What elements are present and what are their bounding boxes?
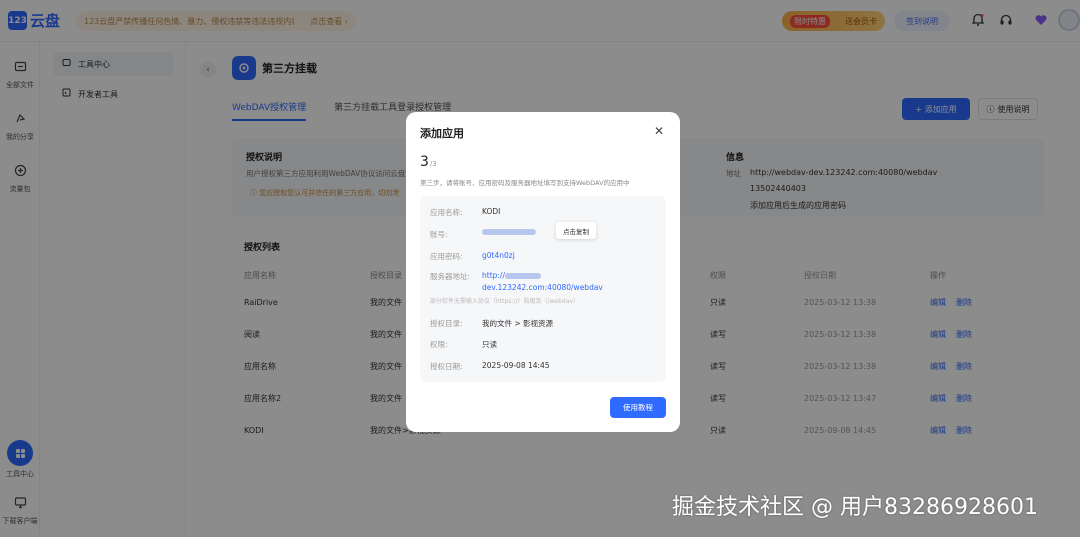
field-label: 应用密码: [430, 252, 463, 261]
field-label: 应用名称: [430, 208, 463, 217]
dir-row: 授权目录: 我的文件 > 影视资源 [430, 318, 553, 329]
add-app-modal: 添加应用 ✕ 3/3 第三步，请将账号、应用密码及服务器地址填写到支持WebDA… [406, 112, 680, 432]
dir-value: 我的文件 > 影视资源 [482, 319, 554, 328]
server-line-1: http:// [482, 271, 505, 280]
password-row: 应用密码: g0t4n0zj [430, 251, 515, 262]
app-name-value: KODI [482, 207, 501, 216]
field-label: 服务器地址: [430, 272, 471, 281]
tutorial-button[interactable]: 使用教程 [610, 397, 666, 418]
field-label: 授权目录: [430, 319, 463, 328]
server-row: 服务器地址: http:// dev.123242.com:40080/webd… [430, 271, 603, 296]
account-value-masked [482, 229, 536, 235]
step-total: /3 [429, 160, 437, 168]
account-row: 账号: [430, 229, 536, 240]
app-name-row: 应用名称: KODI [430, 207, 500, 218]
field-label: 账号: [430, 230, 448, 239]
date-value: 2025-09-08 14:45 [482, 361, 550, 370]
step-current: 3 [420, 154, 429, 170]
perm-value: 只读 [482, 340, 497, 349]
server-line-2: dev.123242.com:40080/webdav [482, 283, 603, 292]
date-row: 授权日期: 2025-09-08 14:45 [430, 361, 550, 372]
perm-row: 权限: 只读 [430, 339, 497, 350]
copy-button[interactable]: 点击复制 [556, 222, 596, 239]
step-description: 第三步，请将账号、应用密码及服务器地址填写到支持WebDAV的应用中 [420, 179, 630, 187]
close-icon[interactable]: ✕ [654, 124, 664, 138]
server-masked [504, 273, 541, 279]
step-indicator: 3/3 [420, 154, 437, 170]
watermark: 掘金技术社区 @ 用户83286928601 [672, 495, 1038, 520]
server-value[interactable]: http:// dev.123242.com:40080/webdav [482, 271, 603, 296]
field-label: 权限: [430, 340, 448, 349]
field-label: 授权日期: [430, 362, 463, 371]
credentials-panel: 应用名称: KODI 账号: 点击复制 应用密码: g0t4n0zj 服务器地址… [420, 196, 666, 382]
modal-title: 添加应用 [420, 127, 464, 140]
app-password-value[interactable]: g0t4n0zj [482, 251, 515, 262]
server-hint: 部分软件无需输入协议（https://）前缀及（/webdav） [430, 298, 579, 305]
